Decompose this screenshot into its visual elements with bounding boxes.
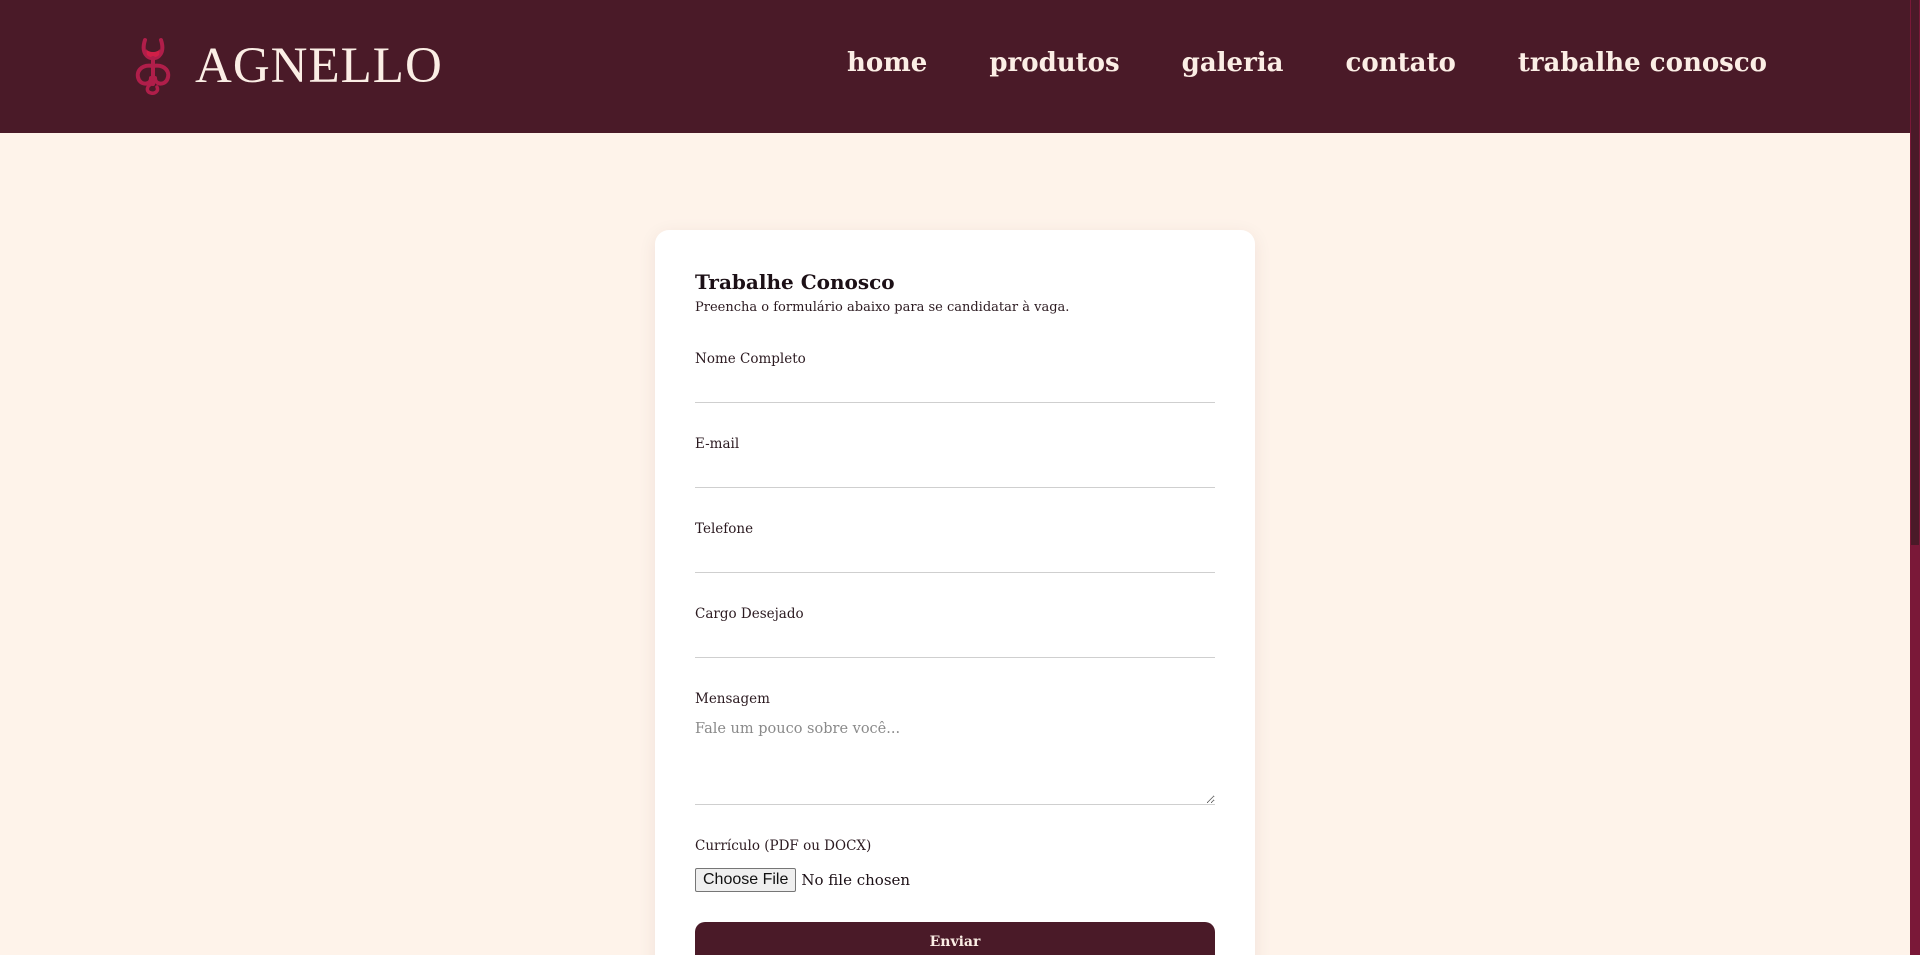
main-nav: home produtos galeria contato trabalhe c…	[847, 48, 1767, 78]
nav-link-galeria[interactable]: galeria	[1182, 48, 1284, 78]
submit-button[interactable]: Enviar	[695, 922, 1215, 955]
phone-field-group: Telefone	[695, 521, 1215, 573]
wine-glass-logo-icon	[135, 38, 171, 95]
brand-logo[interactable]: AGNELLO	[131, 36, 443, 96]
job-application-form: Trabalhe Conosco Preencha o formulário a…	[655, 230, 1255, 955]
choose-file-button[interactable]: Choose File	[695, 868, 797, 892]
email-input[interactable]	[695, 452, 1215, 488]
site-header: AGNELLO home produtos galeria contato tr…	[0, 0, 1910, 133]
position-input[interactable]	[695, 622, 1215, 658]
nav-link-home[interactable]: home	[847, 48, 927, 78]
phone-label: Telefone	[695, 521, 754, 537]
resume-label: Currículo (PDF ou DOCX)	[695, 838, 872, 854]
message-textarea[interactable]	[695, 721, 1215, 805]
form-title: Trabalhe Conosco	[695, 270, 895, 294]
scrollbar-thumb[interactable]	[1911, 0, 1919, 545]
resume-field-group: Currículo (PDF ou DOCX) Choose File No f…	[695, 838, 1215, 892]
name-field-group: Nome Completo	[695, 351, 1215, 403]
message-label: Mensagem	[695, 691, 770, 707]
page-scrollbar[interactable]	[1910, 0, 1920, 955]
message-field-group: Mensagem	[695, 691, 1215, 805]
brand-name: AGNELLO	[195, 38, 443, 94]
nav-link-produtos[interactable]: produtos	[989, 48, 1119, 78]
position-label: Cargo Desejado	[695, 606, 804, 622]
position-field-group: Cargo Desejado	[695, 606, 1215, 658]
nav-link-contato[interactable]: contato	[1346, 48, 1456, 78]
file-status-text: No file chosen	[801, 871, 911, 889]
name-label: Nome Completo	[695, 351, 806, 367]
email-label: E-mail	[695, 436, 740, 452]
nav-link-trabalhe-conosco[interactable]: trabalhe conosco	[1518, 48, 1767, 78]
name-input[interactable]	[695, 367, 1215, 403]
file-input[interactable]: Choose File No file chosen	[695, 868, 1215, 892]
phone-input[interactable]	[695, 537, 1215, 573]
form-subtitle: Preencha o formulário abaixo para se can…	[695, 300, 1070, 315]
email-field-group: E-mail	[695, 436, 1215, 488]
